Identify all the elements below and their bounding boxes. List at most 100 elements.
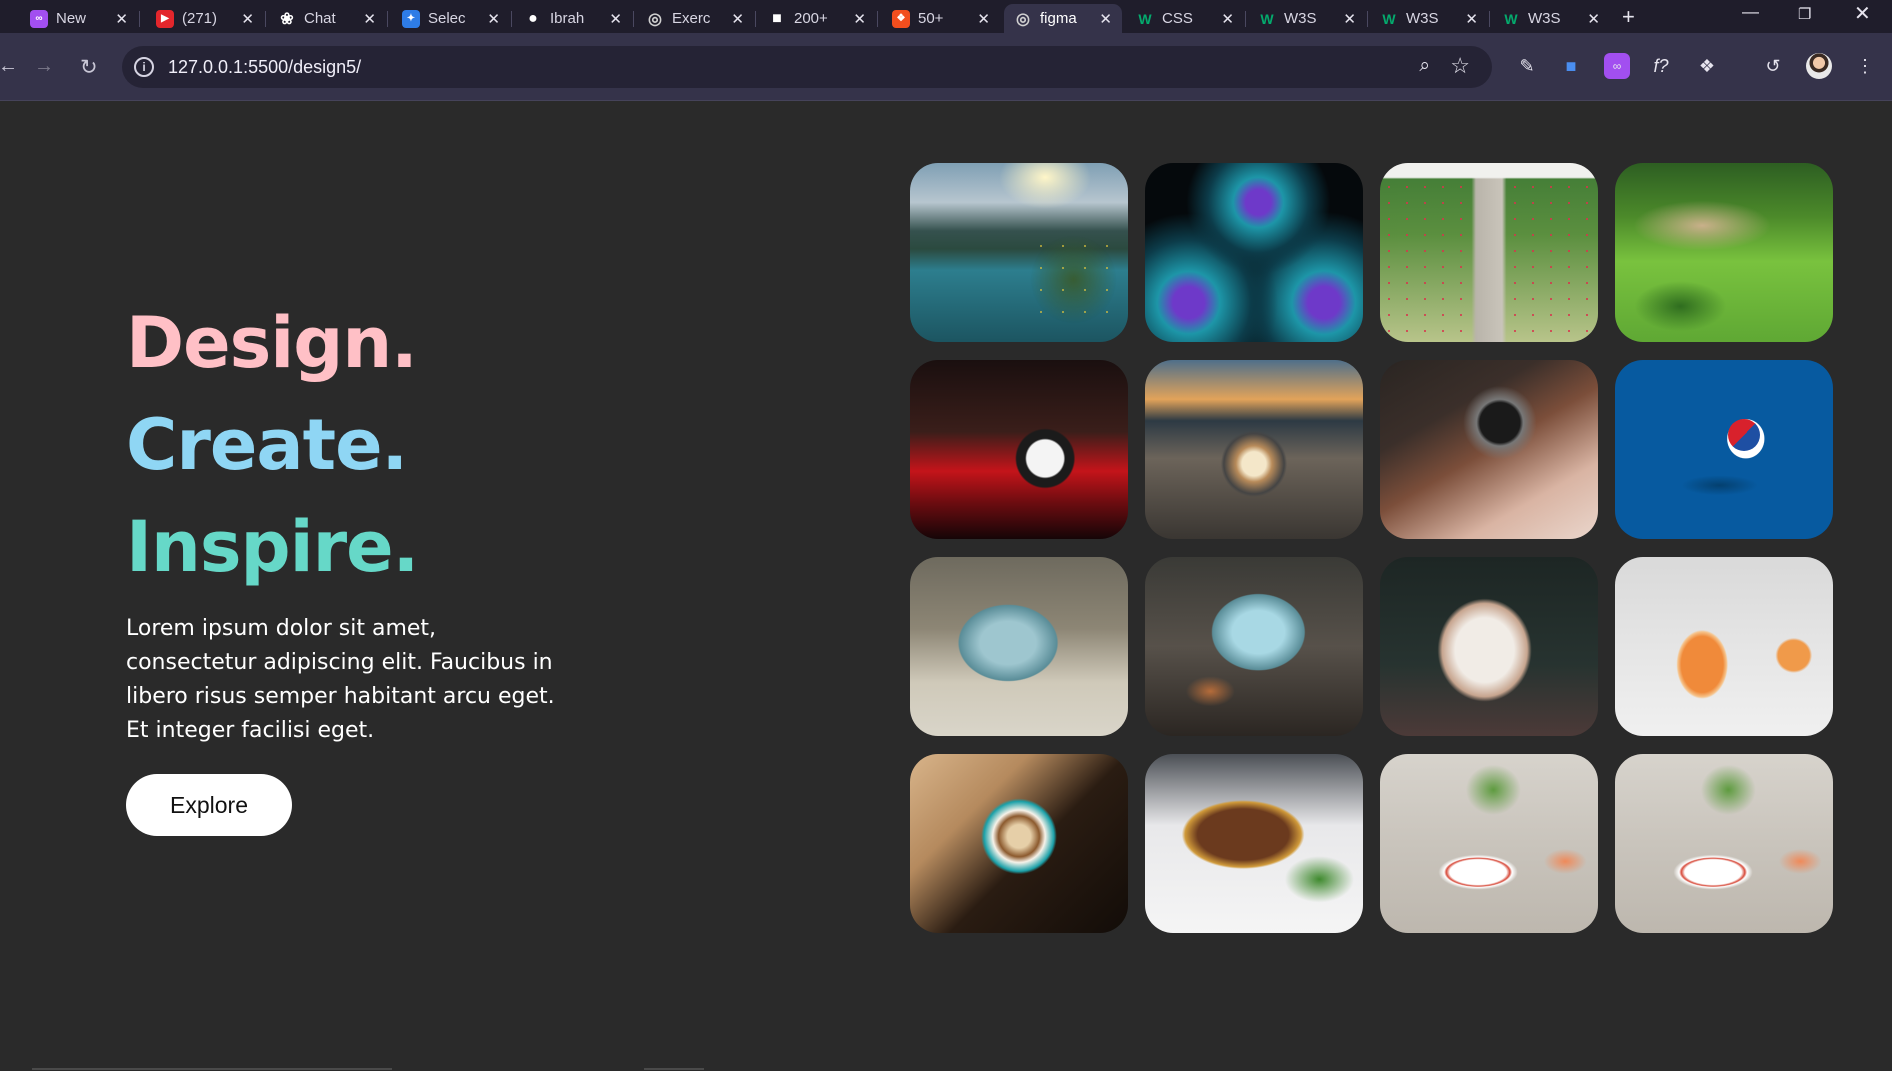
url-text[interactable]: 127.0.0.1:5500/design5/ [168,57,361,78]
fonts-extension-icon[interactable]: f? [1648,53,1674,79]
back-icon[interactable]: ← [0,55,18,78]
site-info-icon[interactable]: i [134,57,154,77]
reload-icon[interactable]: ↻ [80,55,98,80]
file-extension-icon[interactable]: ■ [1558,53,1584,79]
w3schools-icon: W [1504,10,1518,27]
tab-separator [511,11,512,27]
hero-description: Lorem ipsum dolor sit amet, consectetur … [126,616,555,743]
photo-pepsi-3d-logo [1615,360,1833,539]
close-tab-icon[interactable]: ✕ [487,10,500,28]
browser-tab[interactable]: ● Ibrah ✕ [514,4,632,33]
tab-title: New [56,10,87,27]
tab-title: W3S [1284,10,1317,27]
address-bar: ← → ↻ i 127.0.0.1:5500/design5/ ⌕ ☆ ✎ ■ … [0,33,1892,101]
hero-heading: Design. Create. Inspire. [126,292,556,598]
browser-tab[interactable]: ■ 200+ ✕ [758,4,876,33]
chatgpt-icon: ❀ [280,10,294,28]
restore-icon[interactable]: ❐ [1798,5,1811,23]
menu-icon[interactable]: ⋮ [1852,53,1878,79]
browser-tab[interactable]: ▶ (271) ✕ [146,4,264,33]
zoom-icon[interactable]: ⌕ [1419,55,1430,77]
tab-title: 50+ [918,10,944,27]
close-tab-icon[interactable]: ✕ [363,10,376,28]
photo-topiary-garden [1615,163,1833,342]
photo-crystal-ball-sunset [1145,360,1363,539]
heading-create: Create. [126,404,408,486]
browser-tab[interactable]: ◎ figma ✕ [1004,4,1122,33]
tab-separator [633,11,634,27]
browser-tab[interactable]: ✦ Selec ✕ [392,4,510,33]
photo-crystal-skull-close [1145,557,1363,736]
close-tab-icon[interactable]: ✕ [977,10,990,28]
app-extension-icon[interactable]: ∞ [1604,53,1630,79]
close-tab-icon[interactable]: ✕ [241,10,254,28]
tab-title: Ibrah [550,10,585,27]
close-tab-icon[interactable]: ✕ [731,10,744,28]
photo-grilled-steak [1145,754,1363,933]
photo-crystal-skull [910,557,1128,736]
close-tab-icon[interactable]: ✕ [115,10,128,28]
tab-separator [1489,11,1490,27]
tab-title: CSS [1162,10,1193,27]
sync-icon[interactable]: ↺ [1760,53,1786,79]
photo-wristwatch [910,360,1128,539]
photo-salad-plate [1615,754,1833,933]
minimize-icon[interactable]: — [1742,2,1759,22]
tab-bar: ∞ New ✕ ▶ (271) ✕ ❀ Chat ✕ ✦ Selec ✕ ● Ibrah ✕ ◎ Exerc ✕ ■… [0,0,1892,33]
heading-design: Design. [126,302,418,384]
explore-button[interactable]: Explore [126,774,292,836]
tab-separator [1245,11,1246,27]
tab-separator [755,11,756,27]
tab-title: Selec [428,10,466,27]
photo-latte-art [910,754,1128,933]
forward-icon[interactable]: → [34,55,54,78]
globe-icon: ◎ [648,10,662,28]
tab-separator [139,11,140,27]
photo-salad-plate [1380,754,1598,933]
code-icon: ✦ [402,9,420,28]
youtube-icon: ▶ [156,9,174,28]
new-tab-button[interactable]: + [1622,4,1635,30]
photo-iced-drink [1615,557,1833,736]
url-omnibox[interactable]: i 127.0.0.1:5500/design5/ ⌕ ☆ [122,46,1492,88]
tab-title: W3S [1528,10,1561,27]
browser-tab[interactable]: ❖ 50+ ✕ [882,4,1000,33]
browser-tab[interactable]: ◎ Exerc ✕ [636,4,754,33]
bag-icon: ■ [772,9,782,27]
browser-tab[interactable]: W W3S ✕ [1492,4,1610,33]
browser-tab[interactable]: W W3S ✕ [1370,4,1488,33]
w3schools-icon: W [1260,10,1274,27]
photo-vintage-camera [1380,360,1598,539]
photo-mountain-lake [910,163,1128,342]
browser-tab[interactable]: ❀ Chat ✕ [268,4,386,33]
close-window-icon[interactable]: ✕ [1854,1,1871,26]
browser-app-icon: ∞ [30,9,48,28]
extensions-puzzle-icon[interactable]: ❖ [1694,53,1720,79]
w3schools-icon: W [1138,10,1152,27]
close-tab-icon[interactable]: ✕ [1587,10,1600,28]
photo-white-cat [1380,557,1598,736]
tab-title: Exerc [672,10,710,27]
close-tab-icon[interactable]: ✕ [1343,10,1356,28]
tab-separator [1367,11,1368,27]
close-tab-icon[interactable]: ✕ [609,10,622,28]
tab-title: figma [1040,10,1077,27]
tab-title: (271) [182,10,218,27]
figma-icon: ❖ [892,9,910,28]
browser-tab[interactable]: W W3S ✕ [1248,4,1366,33]
close-tab-icon[interactable]: ✕ [1099,10,1112,28]
hero-section: Design. Create. Inspire. Lorem ipsum dol… [126,292,556,748]
close-tab-icon[interactable]: ✕ [1221,10,1234,28]
tab-separator [387,11,388,27]
bookmark-star-icon[interactable]: ☆ [1450,53,1470,79]
browser-tab[interactable]: W CSS ✕ [1126,4,1244,33]
github-icon: ● [528,9,538,27]
close-tab-icon[interactable]: ✕ [1465,10,1478,28]
close-tab-icon[interactable]: ✕ [853,10,866,28]
eyedropper-extension-icon[interactable]: ✎ [1514,53,1540,79]
photo-teal-spiral-art [1145,163,1363,342]
profile-avatar[interactable] [1806,53,1832,79]
tab-separator [877,11,878,27]
image-gallery [910,163,1833,933]
browser-tab[interactable]: ∞ New ✕ [20,4,138,33]
